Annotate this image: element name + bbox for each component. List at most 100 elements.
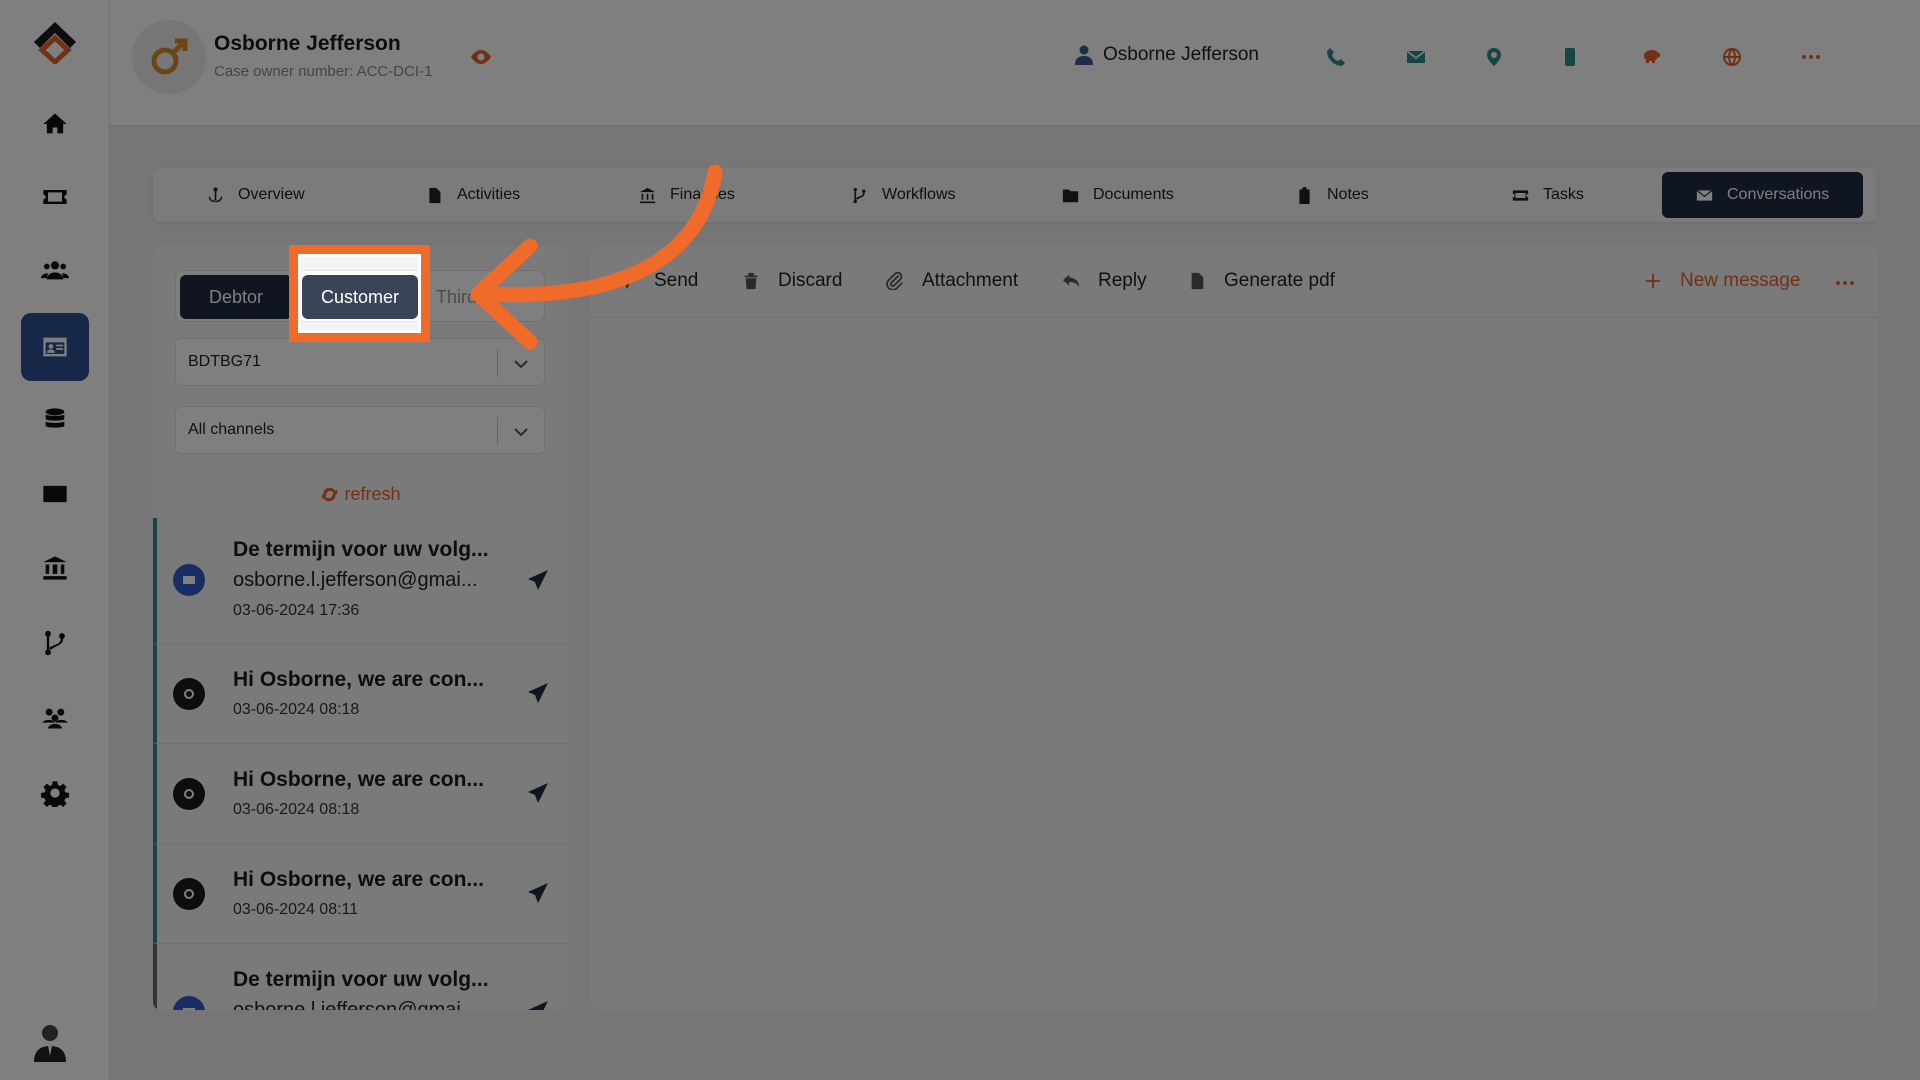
file-pdf-icon (1191, 272, 1204, 290)
header-user[interactable]: Osborne Jefferson (1075, 44, 1259, 66)
send-icon (528, 883, 548, 903)
list-item[interactable]: De termijn voor uw volg... osborne.l.jef… (153, 518, 569, 644)
owner-avatar (132, 20, 206, 94)
message-title: Hi Osborne, we are con... (233, 768, 484, 791)
globe-icon[interactable] (1721, 46, 1743, 68)
tab-notes[interactable]: Notes (1296, 168, 1369, 222)
sidebar (0, 0, 110, 1080)
list-item[interactable]: De termijn voor uw volg... osborne.l.jef… (153, 944, 569, 1010)
discard-button[interactable]: Discard (742, 270, 842, 292)
channel-select[interactable]: All channels (175, 406, 545, 454)
account-select[interactable]: BDTBG71 (175, 338, 545, 386)
nav-bank-icon[interactable] (21, 534, 89, 602)
send-icon (528, 1001, 548, 1010)
tab-conversations[interactable]: Conversations (1662, 172, 1864, 218)
tab-tasks[interactable]: Tasks (1512, 168, 1584, 222)
message-editor-panel: Send Discard Attachment Reply Generate p… (590, 246, 1878, 1010)
chevron-down-icon (514, 428, 528, 437)
tab-finances[interactable]: Finances (639, 168, 735, 222)
reply-icon (1062, 274, 1080, 288)
owner-name: Osborne Jefferson (214, 32, 401, 55)
mail-icon[interactable] (1405, 46, 1427, 68)
channel-select-value: All channels (188, 421, 275, 438)
tab-documents[interactable]: Documents (1062, 168, 1174, 222)
nav-settings-icon[interactable] (21, 759, 89, 827)
tab-workflows[interactable]: Workflows (851, 168, 956, 222)
message-toolbar: Send Discard Attachment Reply Generate p… (590, 246, 1878, 318)
message-sender: osborne.l.jefferson@gmai... (233, 999, 478, 1010)
message-time: 03-06-2024 08:18 (233, 801, 360, 818)
chevron-down-icon (514, 360, 528, 369)
header-user-name: Osborne Jefferson (1103, 44, 1259, 65)
mail-icon (1696, 189, 1713, 201)
phone-icon[interactable] (1325, 46, 1347, 68)
whatsapp-channel-icon (173, 778, 205, 810)
tab-overview[interactable]: Overview (207, 168, 305, 222)
mobile-icon[interactable] (1559, 46, 1581, 68)
reply-button[interactable]: Reply (1062, 270, 1147, 292)
eye-icon[interactable] (470, 48, 492, 66)
tab-activities[interactable]: Activities (426, 168, 520, 222)
more-icon[interactable] (1836, 280, 1854, 286)
message-time: 03-06-2024 17:36 (233, 602, 360, 619)
nav-users-icon[interactable] (21, 236, 89, 304)
select-divider (497, 349, 498, 377)
message-time: 03-06-2024 08:11 (233, 901, 359, 918)
nav-home-icon[interactable] (21, 90, 89, 158)
male-symbol-icon (151, 38, 188, 75)
whatsapp-channel-icon (173, 678, 205, 710)
generate-pdf-button[interactable]: Generate pdf (1188, 270, 1335, 292)
message-title: De termijn voor uw volg... (233, 968, 489, 991)
ticket-icon (1512, 189, 1529, 201)
user-icon (1075, 45, 1093, 65)
list-item[interactable]: Hi Osborne, we are con... 03-06-2024 08:… (153, 644, 569, 744)
list-item[interactable]: Hi Osborne, we are con... 03-06-2024 08:… (153, 844, 569, 944)
bank-icon (639, 187, 656, 203)
conversation-list-panel: Debtor Customer Third BDTBG71 All channe… (153, 246, 569, 1010)
segment-debtor[interactable]: Debtor (180, 275, 292, 319)
message-title: Hi Osborne, we are con... (233, 868, 484, 891)
message-time: 03-06-2024 08:18 (233, 701, 360, 718)
send-button[interactable]: Send (618, 270, 698, 292)
nav-ticket-icon[interactable] (21, 163, 89, 231)
folder-icon (1062, 189, 1079, 202)
tab-bar: Overview Activities Finances Workflows D… (153, 168, 1877, 222)
nav-team-icon[interactable] (21, 684, 89, 752)
send-icon (528, 683, 548, 703)
file-icon (429, 187, 441, 203)
case-owner-number: Case owner number: ACC-DCI-1 (214, 63, 433, 80)
refresh-icon (322, 487, 338, 502)
send-icon (618, 272, 636, 290)
nav-workflow-icon[interactable] (21, 609, 89, 677)
trash-icon (744, 272, 758, 290)
user-avatar[interactable] (32, 1022, 68, 1062)
refresh-label: refresh (344, 484, 401, 504)
select-divider (497, 417, 498, 445)
nav-contact-card-icon[interactable] (21, 313, 89, 381)
app-logo[interactable] (30, 20, 80, 64)
piggy-bank-icon[interactable] (1640, 46, 1662, 68)
header: Osborne Jefferson Case owner number: ACC… (110, 0, 1920, 126)
new-message-button[interactable]: New message (1644, 270, 1800, 292)
clipboard-icon (1299, 186, 1310, 204)
plus-icon (1645, 273, 1661, 289)
message-sender: osborne.l.jefferson@gmai... (233, 569, 478, 591)
highlight-customer-box (289, 245, 430, 342)
more-icon[interactable] (1800, 46, 1822, 68)
paperclip-icon (886, 272, 903, 290)
nav-database-icon[interactable] (21, 386, 89, 454)
send-icon (528, 783, 548, 803)
mail-channel-icon (173, 996, 205, 1010)
location-icon[interactable] (1483, 46, 1505, 68)
account-select-value: BDTBG71 (188, 353, 261, 370)
segment-third-party[interactable]: Third (436, 275, 536, 319)
message-title: Hi Osborne, we are con... (233, 668, 484, 691)
refresh-button[interactable]: refresh (153, 484, 569, 505)
attachment-button[interactable]: Attachment (886, 270, 1018, 292)
anchor-icon (208, 186, 223, 202)
nav-mail-icon[interactable] (21, 460, 89, 528)
whatsapp-channel-icon (173, 878, 205, 910)
message-list: De termijn voor uw volg... osborne.l.jef… (153, 518, 569, 1010)
list-item[interactable]: Hi Osborne, we are con... 03-06-2024 08:… (153, 744, 569, 844)
send-icon (528, 570, 548, 590)
